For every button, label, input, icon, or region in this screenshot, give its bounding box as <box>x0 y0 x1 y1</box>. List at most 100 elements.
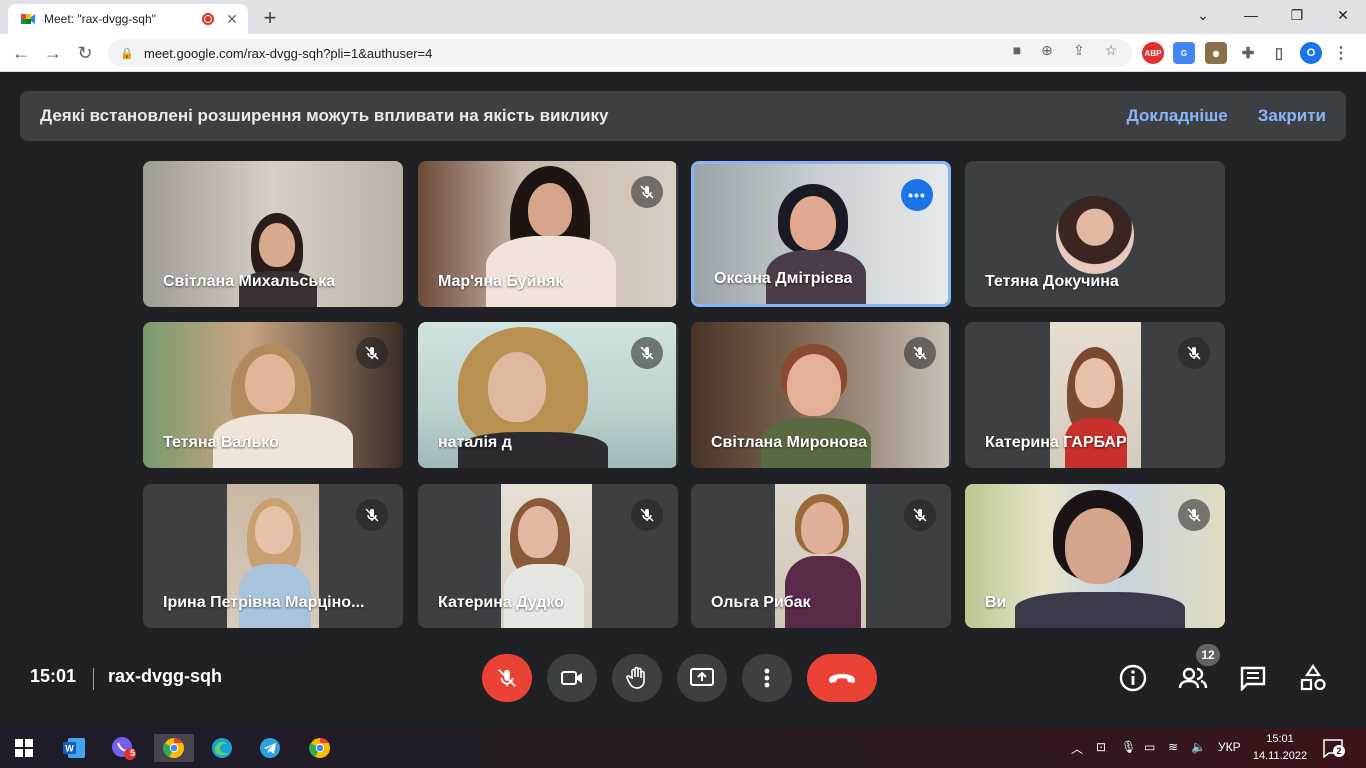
participant-tile[interactable]: Ірина Петрівна Марціно... <box>143 484 403 628</box>
owl-extension-icon[interactable]: ◉ <box>1205 42 1227 64</box>
tab-title: Meet: "rax-dvgg-sqh" <box>44 12 156 26</box>
present-icon <box>690 668 714 686</box>
google-meet-icon <box>20 11 36 27</box>
participant-tile-self[interactable]: Ви <box>965 484 1225 628</box>
chrome-icon[interactable] <box>302 734 338 762</box>
more-options-icon[interactable]: ••• <box>901 179 933 211</box>
participant-name: Катерина ГАРБАР <box>985 434 1127 451</box>
telegram-icon[interactable] <box>252 734 288 762</box>
clock-time: 15:01 <box>1266 733 1294 745</box>
close-window-button[interactable]: ✕ <box>1320 0 1366 30</box>
participant-tile[interactable]: Ольга Рибак <box>691 484 951 628</box>
muted-mic-icon <box>904 337 936 369</box>
muted-mic-icon <box>1178 499 1210 531</box>
forward-icon[interactable]: → <box>40 40 66 66</box>
browser-tab[interactable]: Meet: "rax-dvgg-sqh" ✕ <box>8 4 248 34</box>
viber-icon[interactable]: 5 <box>106 734 142 762</box>
camera-button[interactable] <box>547 654 597 702</box>
participant-name: Світлана Миронова <box>711 434 868 451</box>
tab-close-icon[interactable]: ✕ <box>224 11 240 28</box>
clock-date: 14.11.2022 <box>1252 750 1308 762</box>
svg-text:W: W <box>65 744 74 754</box>
share-icon[interactable]: ⇪ <box>1068 39 1090 61</box>
profile-avatar[interactable]: O <box>1300 42 1322 64</box>
adblock-plus-icon[interactable]: ABP <box>1142 42 1164 64</box>
battery-icon[interactable]: ▭ <box>1144 740 1155 754</box>
chat-button[interactable] <box>1233 658 1273 698</box>
muted-mic-icon <box>356 337 388 369</box>
meeting-info-button[interactable] <box>1113 658 1153 698</box>
info-icon <box>1119 664 1147 692</box>
participant-name: Мар'яна Буйняк <box>438 273 564 290</box>
browser-menu-icon[interactable]: ⋮ <box>1330 42 1352 64</box>
hang-up-icon <box>829 674 855 683</box>
participant-tile-active-speaker[interactable]: ••• Оксана Дмітрієва <box>691 161 951 307</box>
address-bar[interactable]: 🔒 meet.google.com/rax-dvgg-sqh?pli=1&aut… <box>108 39 1132 67</box>
participant-tile[interactable]: Світлана Миронова <box>691 322 951 468</box>
participant-tile[interactable]: Тетяна Валько <box>143 322 403 468</box>
chrome-profile-icon[interactable] <box>154 734 194 762</box>
banner-message: Деякі встановлені розширення можуть впли… <box>40 106 609 125</box>
activities-button[interactable] <box>1293 658 1333 698</box>
device-icon[interactable]: ⊡ <box>1096 740 1106 754</box>
raise-hand-button[interactable] <box>612 654 662 702</box>
lock-icon: 🔒 <box>120 47 134 60</box>
video-camera-icon <box>561 671 582 685</box>
muted-mic-icon <box>1178 337 1210 369</box>
people-icon <box>1178 667 1208 689</box>
participant-name: Ви <box>985 594 1007 611</box>
volume-icon[interactable]: 🔈 <box>1191 740 1206 754</box>
participant-tile[interactable]: Світлана Михальська <box>143 161 403 307</box>
participant-tile[interactable]: Катерина Дудко <box>418 484 678 628</box>
learn-more-link[interactable]: Докладніше <box>1127 106 1228 126</box>
participant-name: Тетяна Докучина <box>985 273 1119 290</box>
restore-button[interactable]: ❐ <box>1274 0 1320 30</box>
meeting-time: 15:01 <box>30 666 77 686</box>
show-hidden-icons[interactable]: ︿ <box>1071 740 1083 757</box>
participant-count-badge: 12 <box>1196 644 1220 666</box>
word-icon[interactable]: W <box>56 734 92 762</box>
wifi-icon[interactable]: ≋ <box>1168 740 1178 754</box>
notification-count: 2 <box>1333 745 1345 757</box>
microphone-off-button[interactable] <box>482 654 532 702</box>
leave-call-button[interactable] <box>807 654 877 702</box>
participant-name: Ольга Рибак <box>711 594 811 611</box>
activities-shapes-icon <box>1300 664 1326 691</box>
new-tab-button[interactable]: + <box>258 5 282 31</box>
translate-icon[interactable]: G <box>1173 42 1195 64</box>
tab-search-icon[interactable]: ⌄ <box>1180 0 1226 30</box>
meeting-code: rax-dvgg-sqh <box>108 666 223 686</box>
back-icon[interactable]: ← <box>8 40 34 66</box>
edge-icon[interactable] <box>204 734 240 762</box>
viber-badge: 5 <box>130 748 136 758</box>
participant-tile[interactable]: наталія д <box>418 322 678 468</box>
participant-tile[interactable]: Мар'яна Буйняк <box>418 161 678 307</box>
camera-icon[interactable]: ■ <box>1006 39 1028 61</box>
windows-start-icon[interactable] <box>6 734 42 762</box>
recording-icon <box>202 13 214 25</box>
reload-icon[interactable]: ↻ <box>72 40 98 66</box>
extensions-warning-banner: Деякі встановлені розширення можуть впли… <box>20 91 1346 141</box>
participant-name: Світлана Михальська <box>163 273 336 290</box>
close-banner-link[interactable]: Закрити <box>1258 106 1326 126</box>
divider <box>93 668 94 690</box>
side-panel-icon[interactable]: ▯ <box>1268 42 1290 64</box>
microphone-tray-icon[interactable]: 🎙 <box>1121 740 1136 754</box>
present-screen-button[interactable] <box>677 654 727 702</box>
notifications-icon[interactable]: 2 <box>1322 737 1345 759</box>
participant-tile[interactable]: Тетяна Докучина <box>965 161 1225 307</box>
more-options-button[interactable] <box>742 654 792 702</box>
muted-mic-icon <box>631 337 663 369</box>
language-indicator[interactable]: УКР <box>1218 740 1241 754</box>
muted-mic-icon <box>631 499 663 531</box>
windows-taskbar: W 5 ︿ ⊡ 🎙 ▭ ≋ 🔈 УКР 15:01 14.11.2022 2 <box>0 728 1366 768</box>
participant-name: наталія д <box>438 434 512 451</box>
zoom-icon[interactable]: ⊕ <box>1036 39 1058 61</box>
participant-name: Ірина Петрівна Марціно... <box>163 594 365 611</box>
bookmark-star-icon[interactable]: ☆ <box>1100 39 1122 61</box>
extensions-puzzle-icon[interactable]: ✚ <box>1237 42 1259 64</box>
taskbar-clock[interactable]: 15:01 14.11.2022 <box>1250 731 1310 765</box>
chat-icon <box>1240 666 1266 691</box>
minimize-button[interactable]: — <box>1228 0 1274 30</box>
participant-tile[interactable]: Катерина ГАРБАР <box>965 322 1225 468</box>
